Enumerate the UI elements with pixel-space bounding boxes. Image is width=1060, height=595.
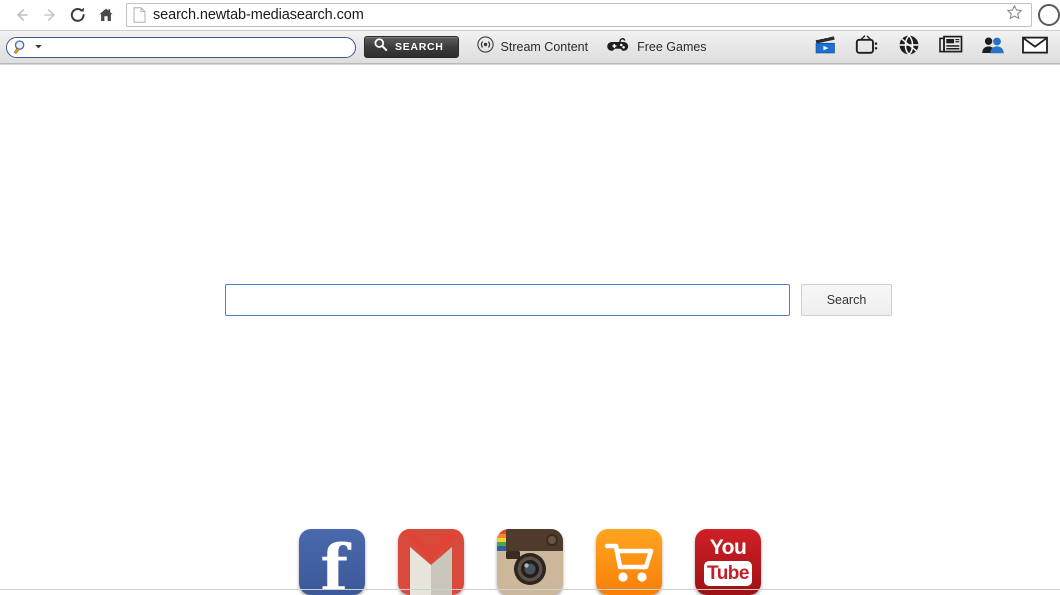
chevron-down-icon[interactable] <box>34 38 43 56</box>
back-arrow-icon <box>12 5 32 25</box>
toolbar-search-field[interactable] <box>6 36 356 58</box>
shortcut-tile-youtube[interactable]: You Tube <box>695 529 761 595</box>
home-button[interactable] <box>92 1 120 29</box>
newspaper-icon <box>939 35 963 59</box>
toolbar-icon-sports[interactable] <box>896 34 922 61</box>
main-search-button[interactable]: Search <box>801 284 892 316</box>
broadcast-signal-icon <box>476 36 494 58</box>
shortcut-tile-instagram[interactable] <box>497 529 563 595</box>
toolbar-link-label: Stream Content <box>500 40 589 54</box>
television-icon <box>855 34 879 60</box>
toolbar-link-label: Free Games <box>637 40 707 54</box>
toolbar-search-button-label: SEARCH <box>395 41 444 53</box>
reload-icon <box>68 5 88 25</box>
shortcut-tile-gmail[interactable] <box>398 529 464 595</box>
basketball-icon <box>898 34 920 61</box>
back-button[interactable] <box>8 1 36 29</box>
toolbar-link-free-games[interactable]: Free Games <box>606 36 707 58</box>
browser-chrome: search.newtab-mediasearch.com SEARCH Str… <box>0 0 1060 64</box>
toolbar-icon-mail[interactable] <box>1022 35 1048 59</box>
toolbar-icon-news[interactable] <box>938 35 964 59</box>
contacts-people-icon <box>981 35 1005 60</box>
url-input-field[interactable]: search.newtab-mediasearch.com <box>126 3 1032 27</box>
envelope-mail-icon <box>1022 36 1048 59</box>
toolbar-icon-social[interactable] <box>980 35 1006 59</box>
page-document-icon <box>133 7 146 23</box>
url-bar-row: search.newtab-mediasearch.com <box>0 0 1060 30</box>
magnifier-icon <box>13 39 29 55</box>
extension-toolbar: SEARCH Stream Content Free Games <box>0 30 1060 64</box>
url-text: search.newtab-mediasearch.com <box>153 7 364 23</box>
toolbar-search-button[interactable]: SEARCH <box>364 36 459 58</box>
home-icon <box>96 5 116 25</box>
profile-avatar-icon[interactable] <box>1038 4 1060 26</box>
bottom-divider <box>0 589 1060 590</box>
movie-clapperboard-icon <box>814 34 837 60</box>
main-search-input[interactable] <box>225 284 790 316</box>
reload-button[interactable] <box>64 1 92 29</box>
gamepad-icon <box>606 36 630 58</box>
forward-arrow-icon <box>40 5 60 25</box>
page-content: Search f You Tube <box>0 64 1060 595</box>
facebook-icon: f <box>320 531 348 595</box>
forward-button[interactable] <box>36 1 64 29</box>
star-icon <box>1006 4 1023 26</box>
toolbar-link-stream-content[interactable]: Stream Content <box>476 36 589 58</box>
toolbar-search-input[interactable] <box>43 38 349 56</box>
main-search-row: Search <box>225 284 892 316</box>
youtube-label-top: You <box>709 536 747 559</box>
shortcut-tiles: f You Tube <box>0 529 1060 595</box>
toolbar-icon-movies[interactable] <box>812 34 838 60</box>
bookmark-star-button[interactable] <box>1003 4 1025 26</box>
shortcut-tile-facebook[interactable]: f <box>299 529 365 595</box>
toolbar-icon-tv[interactable] <box>854 35 880 59</box>
youtube-label-bottom: Tube <box>704 561 752 586</box>
magnifier-icon <box>373 37 388 57</box>
toolbar-icon-group <box>812 34 1052 61</box>
shortcut-tile-shopping[interactable] <box>596 529 662 595</box>
